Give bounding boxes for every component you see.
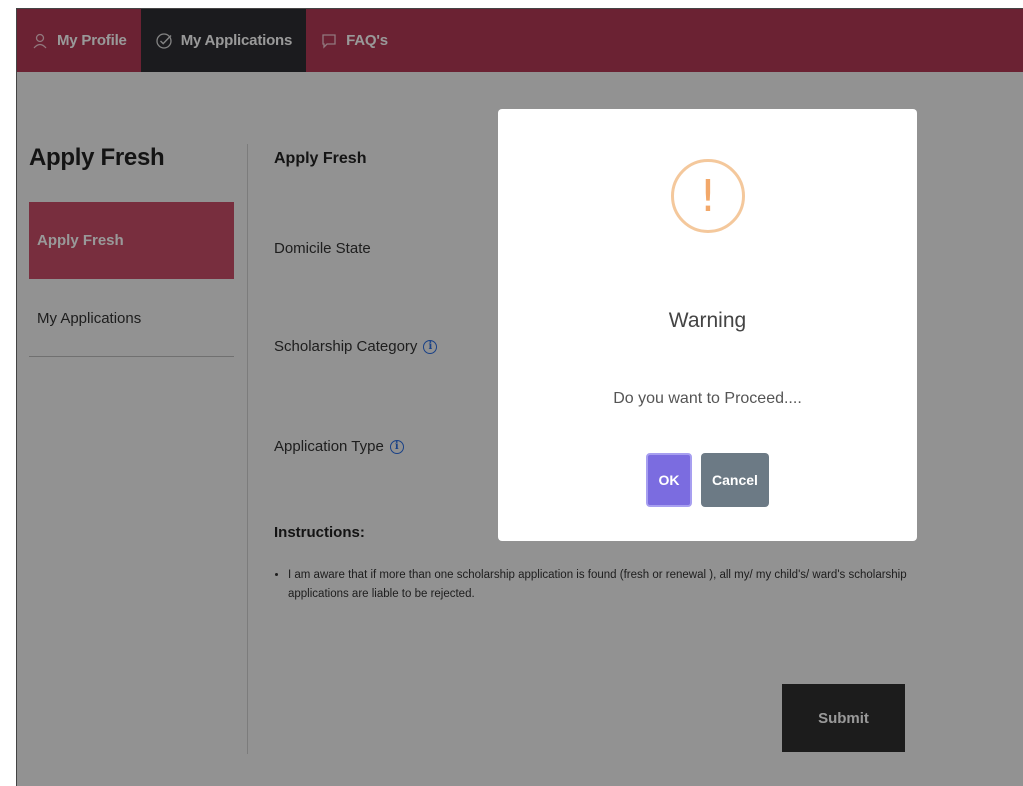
ok-button[interactable]: OK <box>646 453 692 507</box>
dialog-message: Do you want to Proceed.... <box>613 390 802 407</box>
warning-icon: ! <box>671 159 745 233</box>
dialog-title: Warning <box>668 309 747 332</box>
app-frame: My Profile My Applications FAQ's Apply F… <box>16 8 1023 786</box>
cancel-button[interactable]: Cancel <box>701 453 769 507</box>
warning-dialog: ! Warning Do you want to Proceed.... OK … <box>498 109 917 541</box>
